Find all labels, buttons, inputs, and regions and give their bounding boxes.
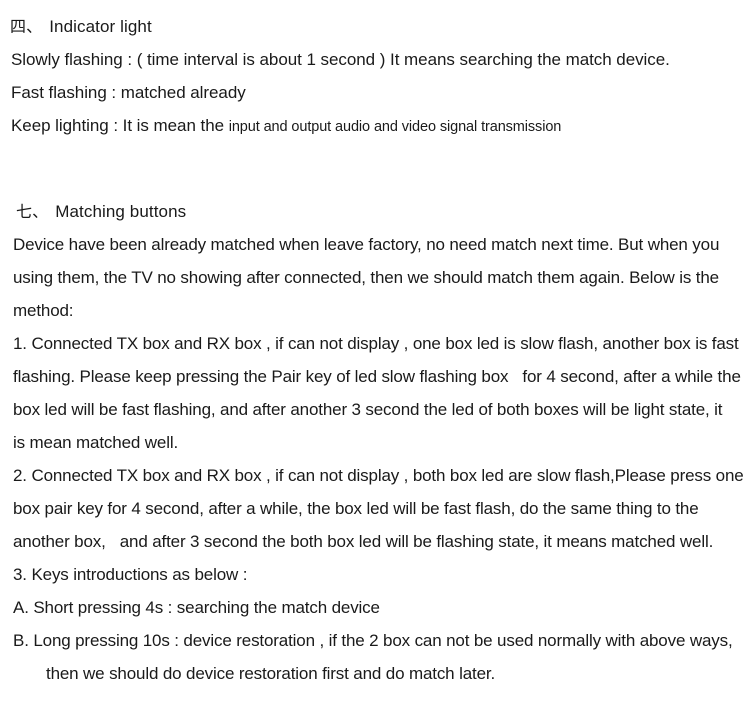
paragraph-key-a-line-1: A. Short pressing 4s : searching the mat… bbox=[13, 598, 380, 617]
paragraph-step-1-line-3: box led will be fast flashing, and after… bbox=[13, 400, 723, 419]
section-heading-matching-buttons: 七、 Matching buttons bbox=[0, 195, 750, 228]
paragraph-intro-line-3: method: bbox=[13, 301, 74, 320]
paragraph-step-1-line-1: 1. Connected TX box and RX box , if can … bbox=[13, 334, 739, 353]
paragraph-step-2: 2. Connected TX box and RX box , if can … bbox=[0, 459, 750, 558]
paragraph-step-1-line-4: is mean matched well. bbox=[13, 433, 179, 452]
paragraph-intro-line-1: Device have been already matched when le… bbox=[13, 235, 720, 254]
paragraph-step-3: 3. Keys introductions as below : bbox=[0, 558, 750, 591]
paragraph-step-2-line-3: another box, and after 3 second the both … bbox=[13, 525, 737, 558]
line-keep-lighting-text-small: input and output audio and video signal … bbox=[228, 119, 562, 135]
paragraph-step-1-line-2b: for 4 second, after a while the bbox=[522, 367, 741, 386]
document-page: 四、 Indicator light Slowly flashing : ( ti… bbox=[0, 0, 750, 707]
paragraph-intro: Device have been already matched when le… bbox=[0, 228, 750, 327]
heading-cn-numeral-seven: 七、 bbox=[16, 202, 49, 221]
heading-label-matching-buttons: Matching buttons bbox=[55, 202, 187, 221]
paragraph-key-b: B. Long pressing 10s : device restoratio… bbox=[0, 624, 750, 690]
line-fast-flashing-text: Fast flashing : matched already bbox=[11, 83, 246, 102]
heading-label-indicator-light: Indicator light bbox=[49, 17, 152, 36]
heading-cn-numeral-four: 四、 bbox=[10, 17, 43, 36]
section-matching-buttons: 七、 Matching buttons Device have been alre… bbox=[0, 195, 750, 690]
line-slowly-flashing-text: Slowly flashing : ( time interval is abo… bbox=[11, 50, 670, 69]
line-keep-lighting-text: Keep lighting : It is mean the bbox=[11, 116, 229, 135]
paragraph-step-1-line-2a: flashing. Please keep pressing the Pair … bbox=[13, 367, 509, 386]
line-keep-lighting: Keep lighting : It is mean the input and… bbox=[0, 109, 750, 144]
paragraph-step-2-line-2: box pair key for 4 second, after a while… bbox=[13, 499, 699, 518]
paragraph-step-1-line-2: flashing. Please keep pressing the Pair … bbox=[13, 360, 741, 393]
paragraph-key-b-line-1: B. Long pressing 10s : device restoratio… bbox=[13, 631, 733, 650]
paragraph-step-2-line-3a: another box, bbox=[13, 532, 106, 551]
paragraph-step-1: 1. Connected TX box and RX box , if can … bbox=[0, 327, 750, 459]
paragraph-key-b-line-2: then we should do device restoration fir… bbox=[46, 664, 496, 683]
paragraph-step-2-line-1: 2. Connected TX box and RX box , if can … bbox=[13, 466, 744, 485]
paragraph-intro-line-2: using them, the TV no showing after conn… bbox=[13, 268, 719, 287]
line-fast-flashing: Fast flashing : matched already bbox=[0, 76, 750, 109]
line-slowly-flashing: Slowly flashing : ( time interval is abo… bbox=[0, 43, 750, 76]
section-indicator-light: 四、 Indicator light Slowly flashing : ( ti… bbox=[0, 10, 750, 144]
paragraph-key-a: A. Short pressing 4s : searching the mat… bbox=[0, 591, 750, 624]
paragraph-step-3-line-1: 3. Keys introductions as below : bbox=[13, 565, 248, 584]
section-heading-indicator-light: 四、 Indicator light bbox=[0, 10, 750, 43]
paragraph-step-2-line-3b: and after 3 second the both box led will… bbox=[119, 532, 714, 551]
